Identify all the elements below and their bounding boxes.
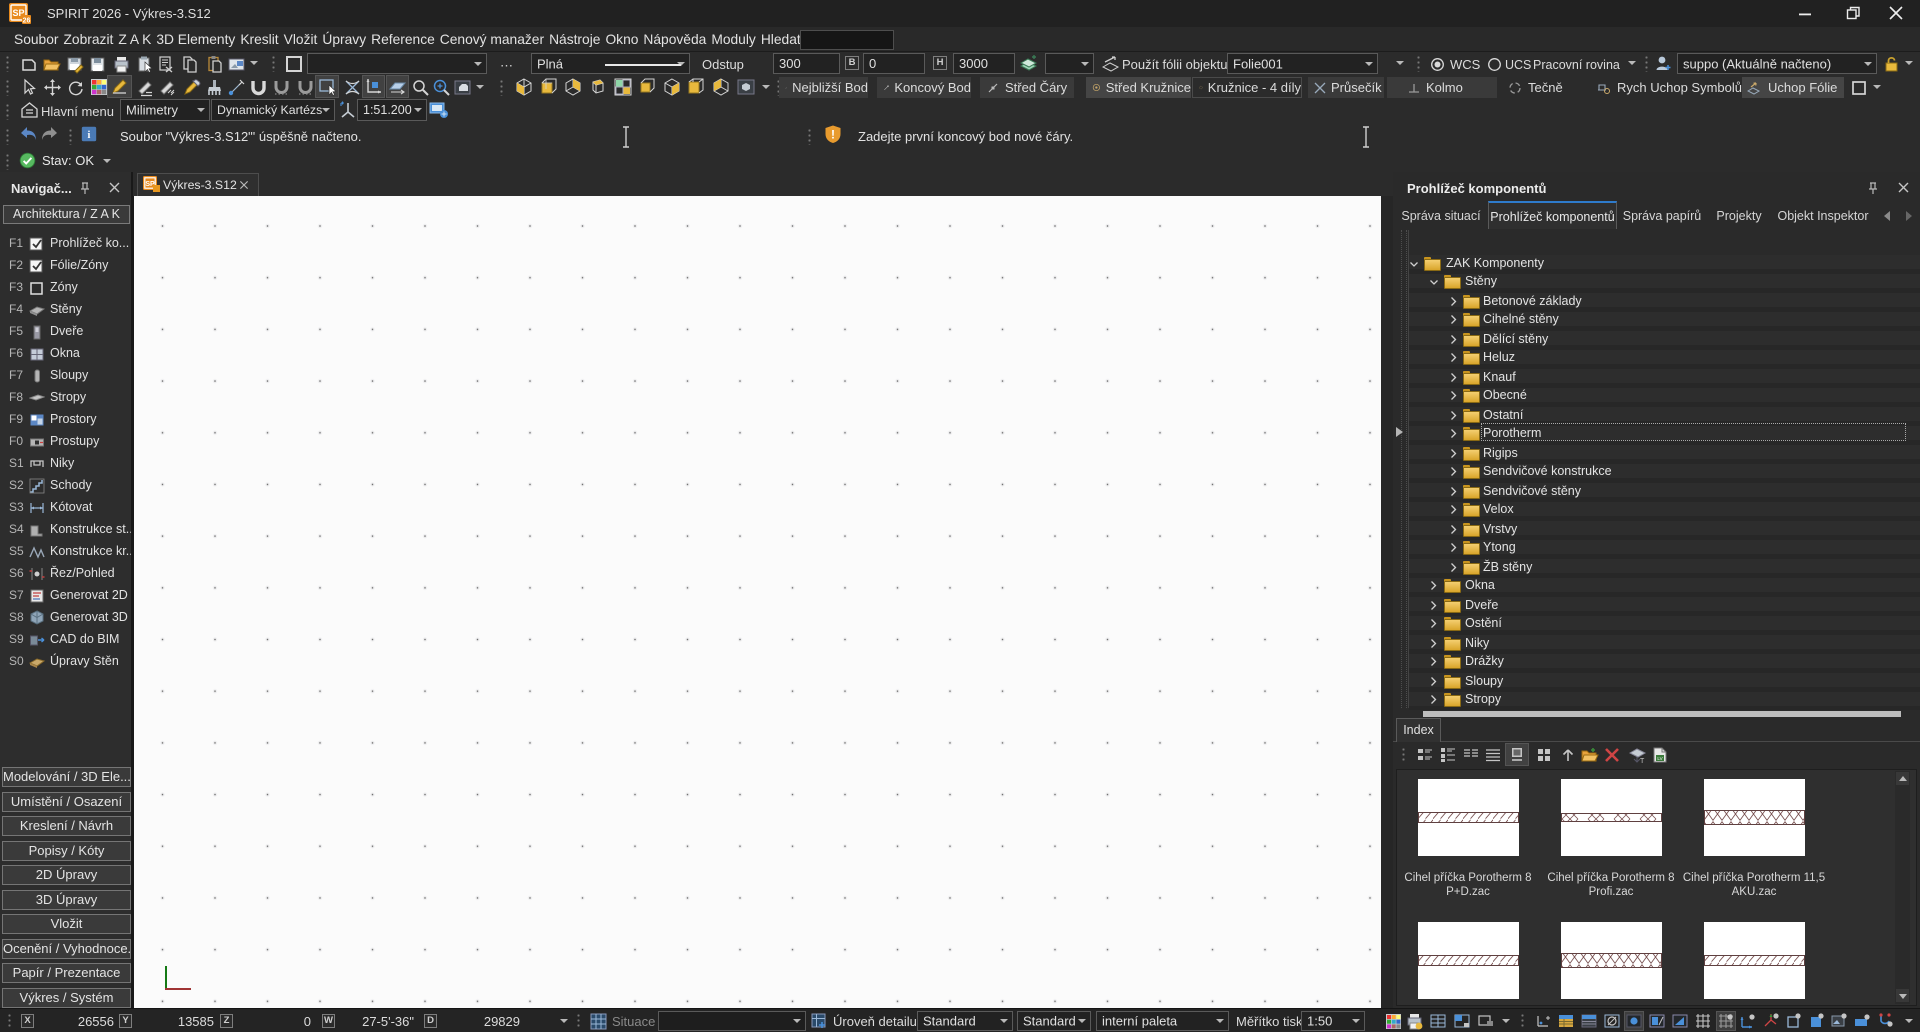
svg-text:LV: LV: [1657, 756, 1662, 761]
svg-text:i: i: [88, 130, 91, 141]
svg-text:!: !: [831, 128, 835, 142]
svg-text:T: T: [1640, 758, 1645, 765]
svg-text:26: 26: [23, 18, 31, 25]
